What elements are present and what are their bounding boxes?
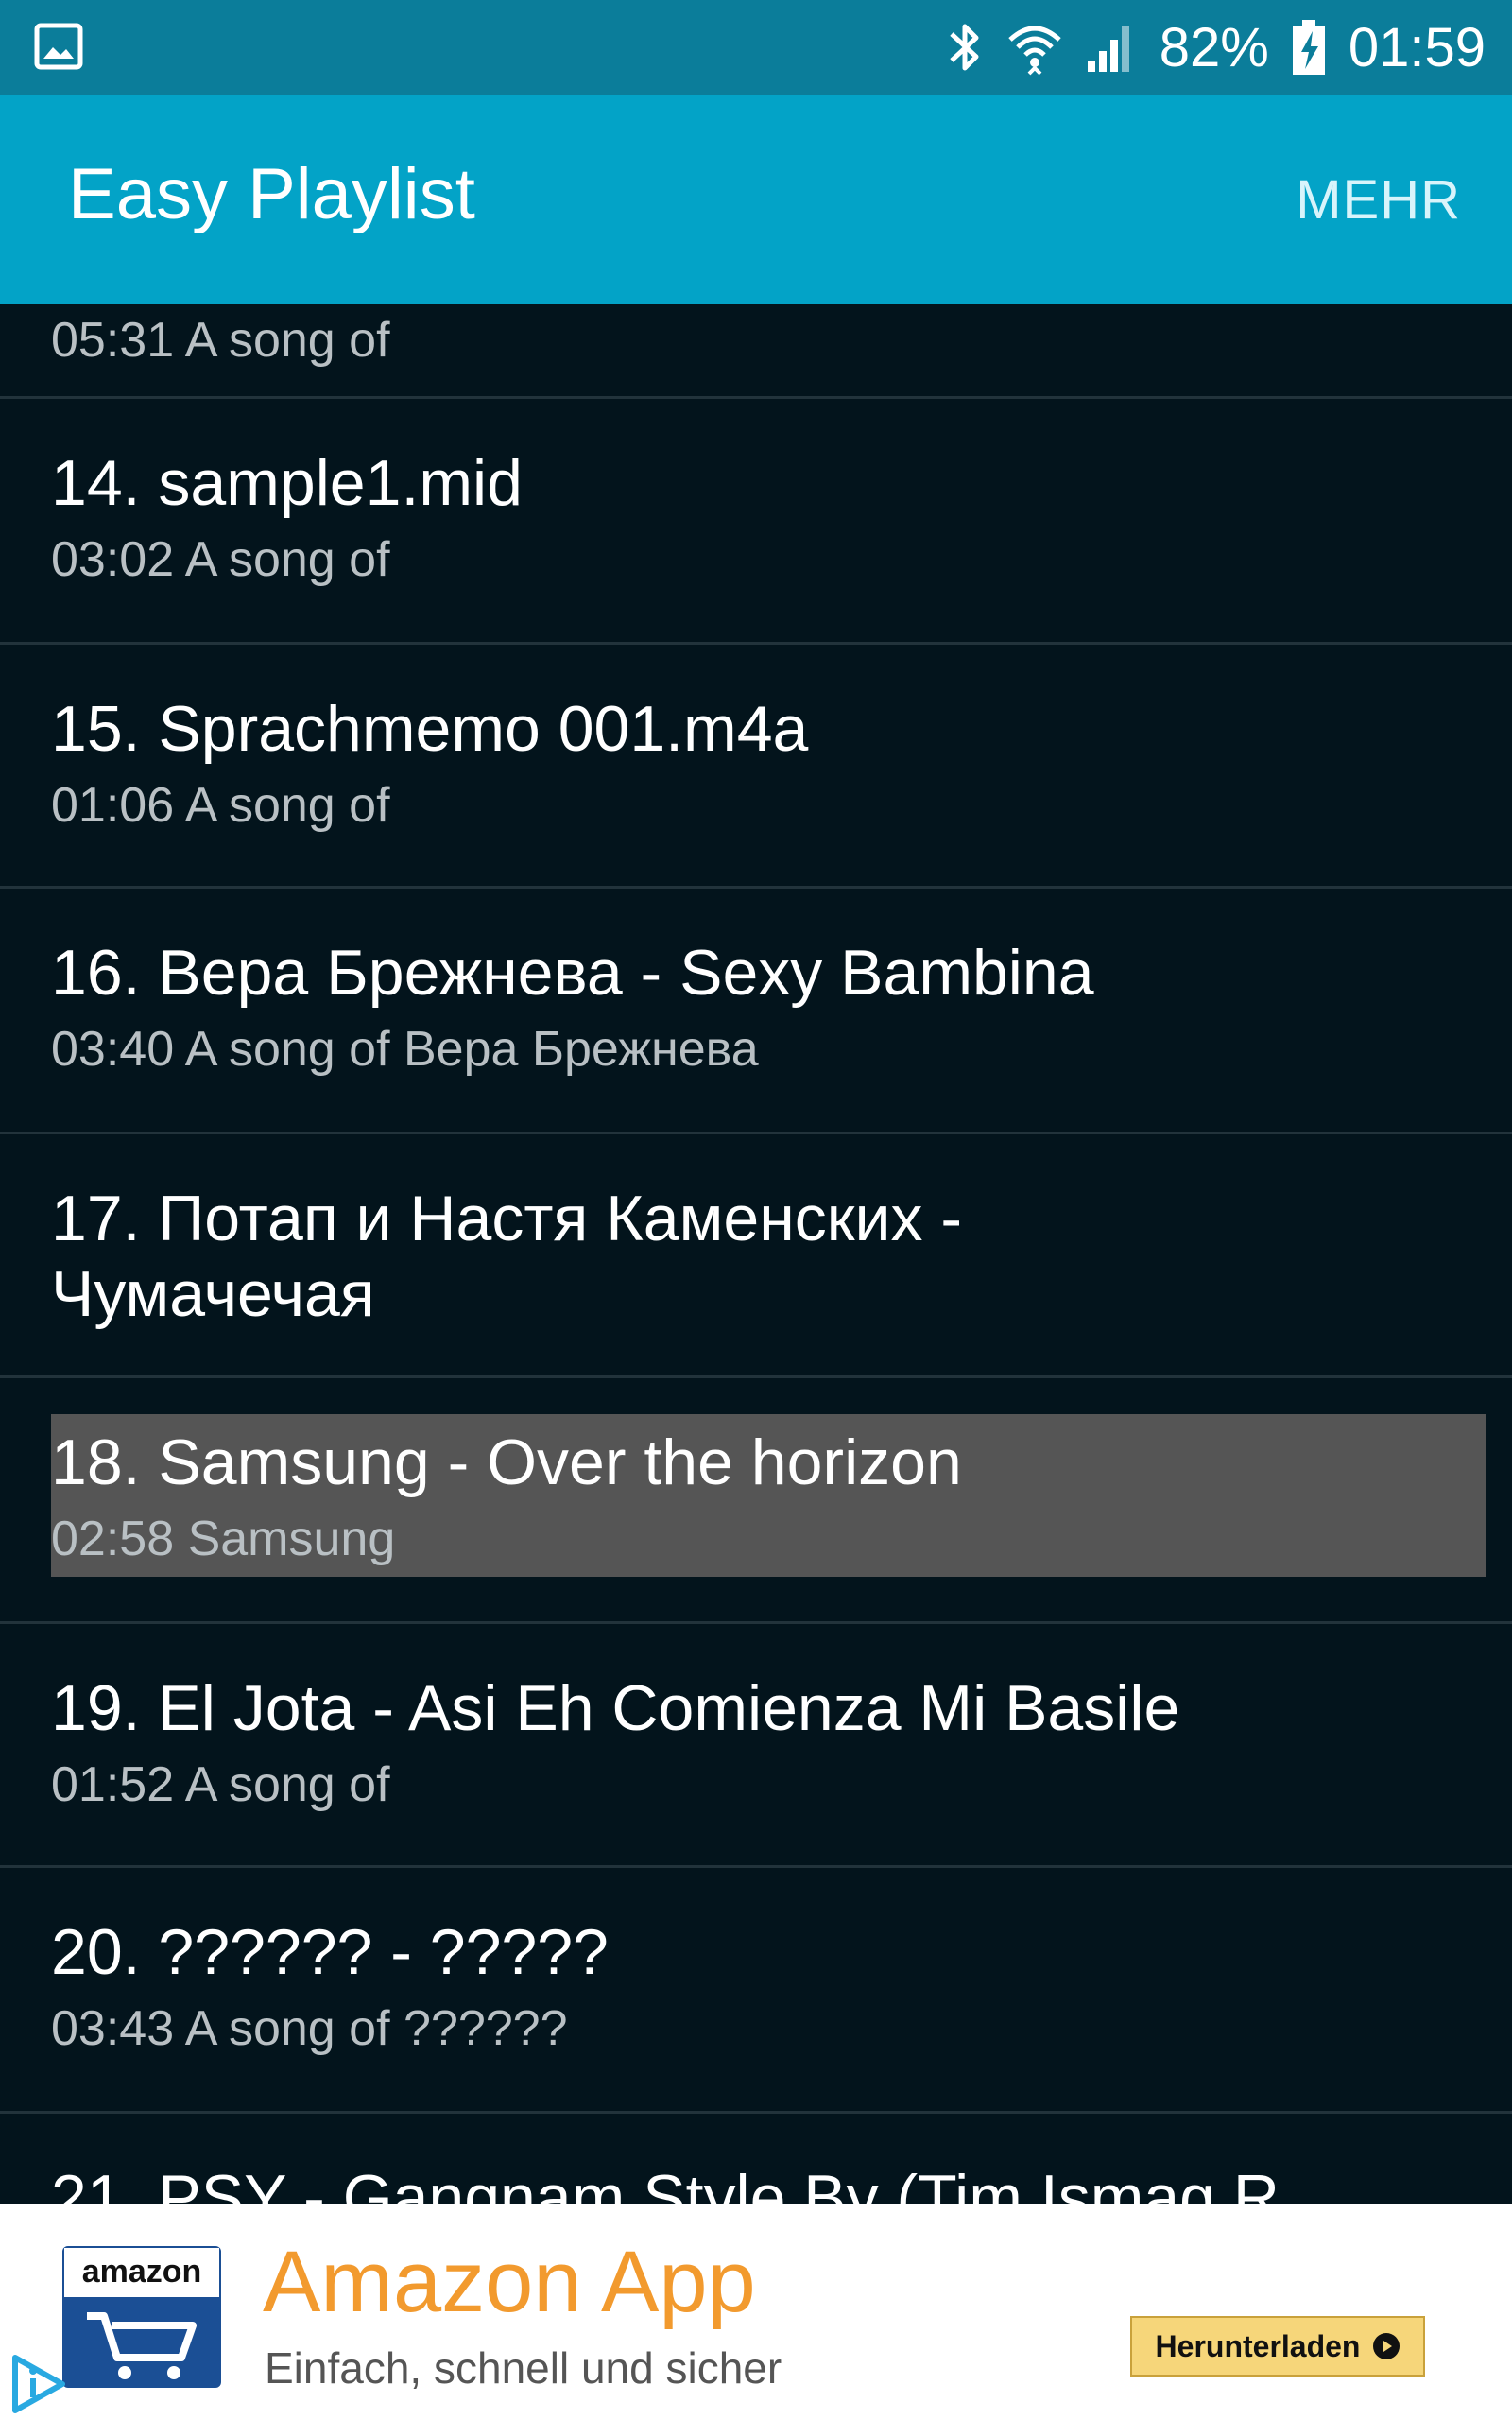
download-button[interactable]: Herunterladen [1130,2316,1425,2377]
clock: 01:59 [1348,16,1486,78]
app-title: Easy Playlist [68,154,475,234]
more-button[interactable]: MEHR [1296,168,1461,232]
song-subtitle: 01:06 A song of [51,778,390,833]
song-subtitle: 03:02 A song of [51,532,390,587]
song-subtitle: 05:31 A song of [51,313,390,368]
song-title: 16. Вера Брежнева - Sexy Bambina [51,937,1094,1009]
list-item[interactable]: 16. Вера Брежнева - Sexy Bambina 03:40 A… [0,889,1512,1134]
playlist[interactable]: 05:31 A song of 14. sample1.mid 03:02 A … [0,304,1512,2204]
signal-icon [1087,26,1129,72]
song-title: 15. Sprachmemo 001.m4a [51,693,809,765]
song-title: 20. ?????? - ????? [51,1916,609,1988]
adchoices-icon[interactable] [8,2352,70,2416]
list-item[interactable]: 21. PSY - Gangnam Style By (Tim Ismag R [0,2114,1512,2204]
list-item[interactable]: 17. Потап и Настя Каменских - Чумачечая [0,1134,1512,1378]
image-icon [34,23,83,70]
app-bar: Easy Playlist MEHR [0,95,1512,304]
wifi-icon [1008,26,1061,76]
song-subtitle: 01:52 A song of [51,1757,390,1812]
ad-banner[interactable]: amazon Amazon App Einfach, schnell und s… [0,2204,1512,2420]
list-item[interactable]: 20. ?????? - ????? 03:43 A song of ?????… [0,1868,1512,2114]
song-subtitle: 03:43 A song of ?????? [51,2001,568,2056]
song-title: 18. Samsung - Over the horizon [51,1426,962,1498]
list-item[interactable]: 19. El Jota - Asi Eh Comienza Mi Basile … [0,1624,1512,1868]
status-bar: 82% 01:59 [0,0,1512,95]
song-title-line1: 17. Потап и Настя Каменских - [51,1183,963,1254]
list-item[interactable]: 14. sample1.mid 03:02 A song of [0,399,1512,645]
song-title: 14. sample1.mid [51,447,523,519]
download-button-label: Herunterladen [1155,2328,1361,2363]
song-subtitle: 02:58 Samsung [51,1512,396,1566]
battery-charging-icon [1292,20,1325,75]
song-title: 19. El Jota - Asi Eh Comienza Mi Basile [51,1672,1180,1744]
song-title-line2: Чумачечая [51,1258,375,1330]
song-title: 21. PSY - Gangnam Style By (Tim Ismag R [51,2162,1280,2204]
list-item-selected[interactable]: 18. Samsung - Over the horizon 02:58 Sam… [0,1378,1512,1624]
ad-title: Amazon App [263,2234,756,2330]
amazon-logo-text: amazon [62,2246,221,2299]
song-subtitle: 03:40 A song of Вера Брежнева [51,1022,759,1077]
shopping-cart-icon [87,2312,197,2379]
list-item[interactable]: 05:31 A song of [0,304,1512,399]
ad-subtitle: Einfach, schnell und sicher [265,2343,782,2393]
battery-percentage: 82% [1159,16,1269,78]
play-arrow-icon [1373,2333,1400,2360]
list-item[interactable]: 15. Sprachmemo 001.m4a 01:06 A song of [0,645,1512,889]
bluetooth-icon [950,24,979,71]
amazon-logo: amazon [62,2246,221,2388]
